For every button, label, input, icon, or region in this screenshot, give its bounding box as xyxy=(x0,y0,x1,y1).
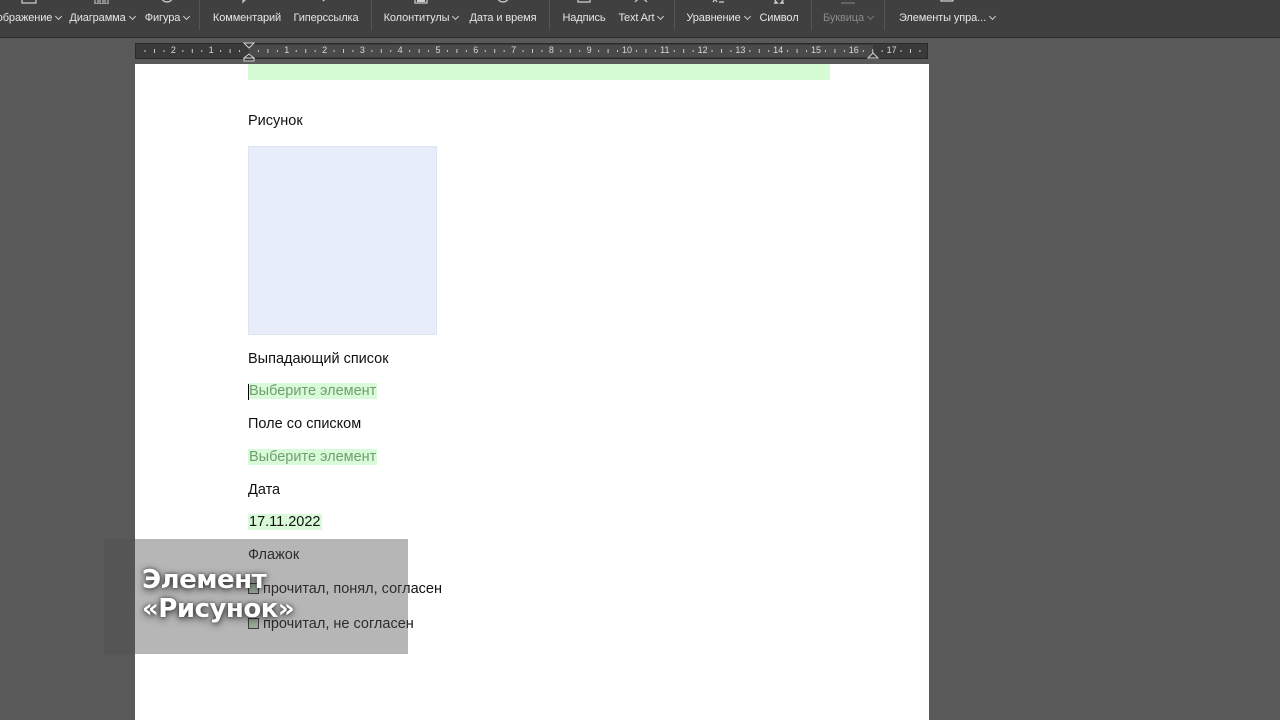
toolbar-separator xyxy=(199,0,200,30)
image-button[interactable]: ображение xyxy=(0,0,63,36)
comment-icon xyxy=(242,0,246,4)
shape-button-label: Фигура xyxy=(144,12,181,24)
combobox-placeholder[interactable]: Выберите элемент xyxy=(248,449,378,465)
drop-cap-button[interactable]: Буквица xyxy=(819,0,877,36)
content-controls-icon xyxy=(940,0,954,2)
ruler-number: 11 xyxy=(660,45,670,55)
chevron-down-icon xyxy=(128,12,136,21)
text-art-button[interactable]: Text Art xyxy=(614,0,668,36)
combobox-control[interactable]: Выберите элемент xyxy=(248,449,378,465)
equation-button-label: Уравнение xyxy=(686,12,741,24)
header-footer-button-label: Колонтитулы xyxy=(383,12,450,24)
ruler-number: 5 xyxy=(435,45,441,55)
chevron-down-icon xyxy=(743,12,751,21)
toolbar-separator xyxy=(884,0,885,30)
right-indent-marker[interactable] xyxy=(867,46,879,60)
text-cursor xyxy=(248,384,249,400)
chevron-down-icon xyxy=(183,12,191,21)
hyperlink-button-label: Гиперссылка xyxy=(293,12,359,24)
drop-cap-icon xyxy=(841,2,855,4)
text-box-icon xyxy=(577,0,591,3)
ruler-number: 7 xyxy=(511,45,517,55)
ruler-number: 1 xyxy=(208,45,214,55)
dropdown-list-label: Выпадающий список xyxy=(248,351,389,367)
image-button-label: ображение xyxy=(0,12,53,24)
date-time-button-label: Дата и время xyxy=(469,12,537,24)
symbol-button[interactable]: Символ xyxy=(756,0,802,36)
caption-line-2: «Рисунок» xyxy=(142,594,295,624)
content-controls-button-label: Элементы упра... xyxy=(898,12,987,24)
horizontal-ruler[interactable]: 2 1 1 2 3 4 5 6 7 8 9 10 11 12 13 14 15 16 17 xyxy=(135,42,928,62)
text-box-button-label: Надпись xyxy=(562,12,606,24)
date-time-button[interactable]: Дата и время xyxy=(466,0,540,36)
chevron-down-icon xyxy=(866,12,875,21)
ruler-number: 12 xyxy=(697,45,708,55)
toolbar-separator xyxy=(371,0,372,30)
shape-icon xyxy=(161,0,173,3)
drop-cap-button-label: Буквица xyxy=(823,12,864,24)
content-controls-button[interactable]: Элементы упра... xyxy=(893,0,1001,36)
ruler-number: 10 xyxy=(621,45,633,55)
chart-button[interactable]: Диаграмма xyxy=(66,0,138,36)
chevron-down-icon xyxy=(989,12,997,21)
content-control-highlight xyxy=(248,64,830,80)
video-caption-overlay: Элемент «Рисунок» xyxy=(104,539,408,654)
ruler-number: 9 xyxy=(586,45,592,55)
dropdown-list-placeholder[interactable]: Выберите элемент xyxy=(248,383,378,399)
date-time-icon xyxy=(497,0,509,3)
chart-button-label: Диаграмма xyxy=(69,12,126,24)
toolbar-separator xyxy=(811,0,812,30)
chevron-down-icon xyxy=(657,12,665,21)
chart-icon xyxy=(94,0,109,4)
toolbar-separator xyxy=(674,0,675,30)
ruler-number: 17 xyxy=(886,45,897,55)
caption-text: Элемент «Рисунок» xyxy=(142,565,295,624)
chevron-down-icon xyxy=(452,12,460,21)
header-footer-button[interactable]: Колонтитулы xyxy=(381,0,461,36)
ruler-number: 1 xyxy=(284,45,290,55)
dropdown-list-control[interactable]: Выберите элемент xyxy=(248,383,378,399)
first-line-indent-marker[interactable] xyxy=(243,42,255,62)
hyperlink-icon xyxy=(322,0,326,2)
ruler-number: 13 xyxy=(735,45,746,55)
text-box-button[interactable]: Надпись xyxy=(558,0,610,36)
ruler-number: 2 xyxy=(170,45,176,55)
header-footer-icon xyxy=(414,0,428,4)
text-art-icon xyxy=(634,0,648,3)
text-art-button-label: Text Art xyxy=(618,12,655,24)
ruler-number: 15 xyxy=(810,45,822,55)
date-picker-control[interactable]: 17.11.2022 xyxy=(248,514,322,530)
equation-icon xyxy=(712,0,724,3)
symbol-button-label: Символ xyxy=(759,12,799,24)
insert-toolbar: ображение Диаграмма Фигура Комментарий Г… xyxy=(0,0,1280,38)
ruler-number: 16 xyxy=(848,45,859,55)
toolbar-separator xyxy=(549,0,550,30)
omega-symbol-icon xyxy=(774,0,784,4)
ruler-number: 4 xyxy=(397,45,403,55)
picture-label: Рисунок xyxy=(248,113,303,129)
equation-button[interactable]: Уравнение xyxy=(683,0,753,36)
date-label: Дата xyxy=(248,482,281,498)
ruler-number: 6 xyxy=(473,45,479,55)
ruler-number: 3 xyxy=(359,45,365,55)
comment-button-label: Комментарий xyxy=(212,12,282,24)
picture-content-control[interactable] xyxy=(248,146,437,335)
ruler-number: 8 xyxy=(548,45,554,55)
image-icon xyxy=(21,0,37,4)
date-value[interactable]: 17.11.2022 xyxy=(248,514,322,530)
chevron-down-icon xyxy=(55,12,63,21)
ruler-number: 2 xyxy=(322,45,328,55)
ruler-number: 14 xyxy=(773,45,784,55)
caption-line-1: Элемент xyxy=(142,565,267,595)
shape-button[interactable]: Фигура xyxy=(141,0,193,36)
combobox-label: Поле со списком xyxy=(248,416,362,432)
comment-button[interactable]: Комментарий xyxy=(208,0,286,36)
hyperlink-button[interactable]: Гиперссылка xyxy=(290,0,362,36)
